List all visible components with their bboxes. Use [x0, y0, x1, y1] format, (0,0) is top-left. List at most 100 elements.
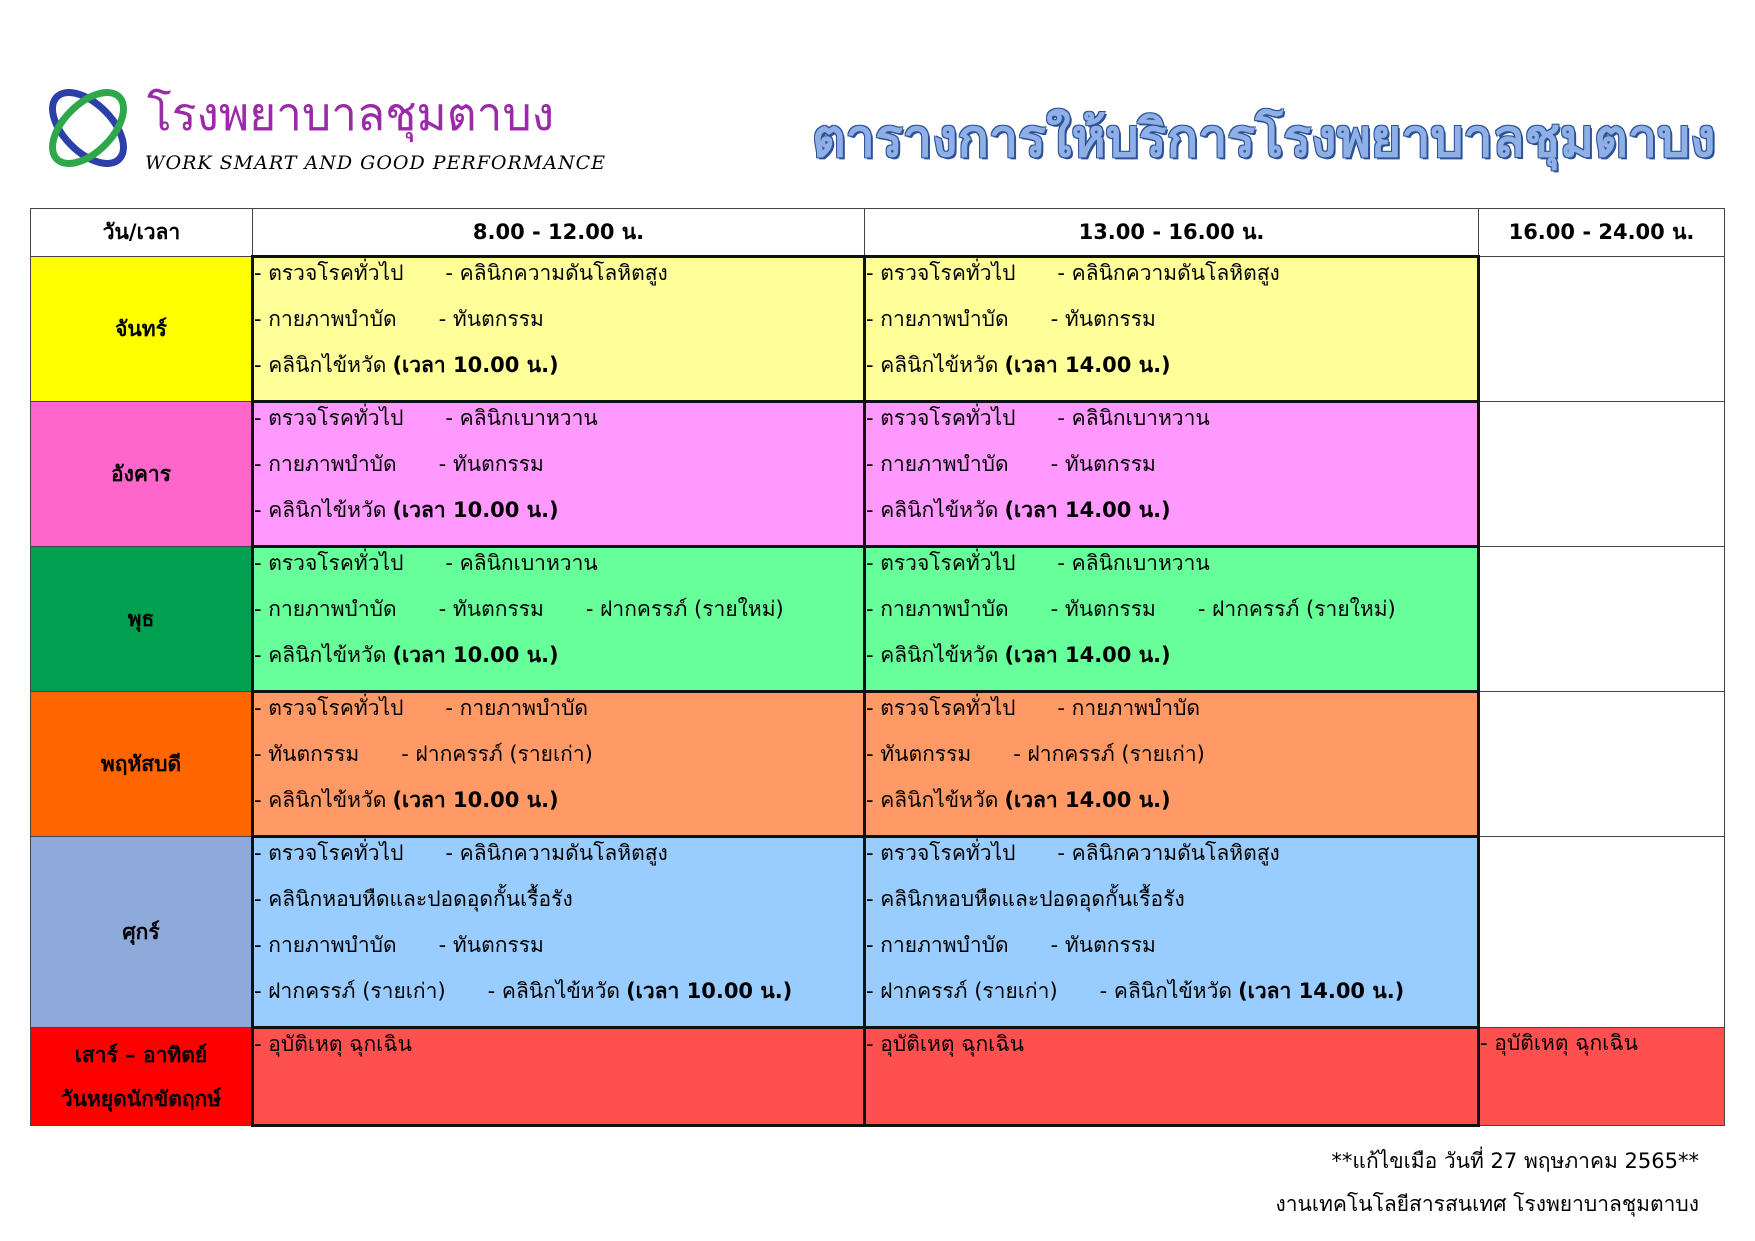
service-item: - ตรวจโรคทั่วไป	[866, 406, 1016, 430]
service-time: (เวลา 10.00 น.)	[626, 979, 793, 1003]
page-title: ตารางการให้บริการโรงพยาบาลชุมตาบง	[812, 109, 1716, 169]
day-label: อังคาร	[111, 462, 171, 486]
service-item: - ตรวจโรคทั่วไป	[254, 406, 404, 430]
service-line: - ตรวจโรคทั่วไป - คลินิกเบาหวาน	[866, 548, 1477, 594]
service-item: - กายภาพบำบัด	[866, 307, 1009, 331]
service-item: - กายภาพบำบัด	[254, 307, 397, 331]
day-cell: พุธ	[30, 546, 253, 692]
service-item: - กายภาพบำบัด	[254, 597, 397, 621]
service-item: - ทันตกรรม	[1050, 452, 1156, 476]
service-item: - กายภาพบำบัด	[1057, 696, 1201, 720]
service-item: - ตรวจโรคทั่วไป	[866, 261, 1016, 285]
service-line: - คลินิกไข้หวัด (เวลา 14.00 น.)	[866, 785, 1477, 831]
service-time: (เวลา 14.00 น.)	[1238, 979, 1405, 1003]
service-line: - ตรวจโรคทั่วไป - คลินิกเบาหวาน	[866, 403, 1477, 449]
service-line: - ฝากครรภ์ (รายเก่า) - คลินิกไข้หวัด (เวลา…	[866, 976, 1477, 1022]
service-line: - กายภาพบำบัด - ทันตกรรม - ฝากครรภ์ (รายให…	[254, 594, 863, 640]
service-item: - คลินิกความดันโลหิตสูง	[1057, 841, 1280, 865]
service-item: - คลินิกไข้หวัด	[866, 788, 999, 812]
service-item: - คลินิกเบาหวาน	[1057, 551, 1210, 575]
service-line: - กายภาพบำบัด - ทันตกรรม	[866, 449, 1477, 495]
day-label: จันทร์	[115, 317, 167, 341]
day-cell: ศุกร์	[30, 836, 253, 1028]
service-item: - ทันตกรรม	[254, 742, 360, 766]
day-cell: เสาร์ – อาทิตย์ วันหยุดนักขัตฤกษ์	[30, 1027, 253, 1126]
afternoon-services-cell: - ตรวจโรคทั่วไป - คลินิกเบาหวาน - กายภาพบำ…	[863, 400, 1480, 548]
service-item: - ทันตกรรม	[438, 933, 544, 957]
afternoon-services-cell: - ตรวจโรคทั่วไป - คลินิกเบาหวาน - กายภาพบำ…	[863, 545, 1480, 693]
service-item: - ตรวจโรคทั่วไป	[866, 841, 1016, 865]
service-item: - ฝากครรภ์ (รายใหม่)	[585, 597, 784, 621]
evening-services-cell: - อุบัติเหตุ ฉุกเฉิน	[1478, 1027, 1725, 1126]
service-item: - คลินิกเบาหวาน	[1057, 406, 1210, 430]
service-item: - กายภาพบำบัด	[866, 597, 1009, 621]
day-cell: จันทร์	[30, 256, 253, 402]
service-item: - คลินิกหอบหืดและปอดอุดกั้นเรื้อรัง	[866, 887, 1185, 911]
service-item: - อุบัติเหตุ ฉุกเฉิน	[254, 1032, 413, 1056]
service-line: - ฝากครรภ์ (รายเก่า) - คลินิกไข้หวัด (เวลา…	[254, 976, 863, 1022]
service-time: (เวลา 10.00 น.)	[392, 643, 559, 667]
service-item: - ทันตกรรม	[438, 452, 544, 476]
service-line: - คลินิกไข้หวัด (เวลา 10.00 น.)	[254, 640, 863, 686]
service-item: - ตรวจโรคทั่วไป	[254, 551, 404, 575]
service-time: (เวลา 14.00 น.)	[1004, 498, 1171, 522]
service-item: - คลินิกไข้หวัด	[866, 498, 999, 522]
service-item: - คลินิกเบาหวาน	[445, 406, 598, 430]
day-label: วันหยุดนักขัตฤกษ์	[60, 1086, 222, 1111]
day-cell: อังคาร	[30, 401, 253, 547]
service-item: - คลินิกไข้หวัด	[1099, 979, 1233, 1003]
morning-services-cell: - ตรวจโรคทั่วไป - คลินิกความดันโลหิตสูง - …	[251, 255, 866, 403]
service-line: - กายภาพบำบัด - ทันตกรรม - ฝากครรภ์ (รายให…	[866, 594, 1477, 640]
service-line: - ตรวจโรคทั่วไป - คลินิกความดันโลหิตสูง	[866, 258, 1477, 304]
service-item: - อุบัติเหตุ ฉุกเฉิน	[866, 1032, 1025, 1056]
morning-services-cell: - ตรวจโรคทั่วไป - คลินิกเบาหวาน - กายภาพบำ…	[251, 545, 866, 693]
service-time: (เวลา 14.00 น.)	[1004, 353, 1171, 377]
service-item: - คลินิกไข้หวัด	[487, 979, 621, 1003]
service-time: (เวลา 10.00 น.)	[392, 788, 559, 812]
service-line: - ทันตกรรม - ฝากครรภ์ (รายเก่า)	[866, 739, 1477, 785]
service-line: - คลินิกหอบหืดและปอดอุดกั้นเรื้อรัง	[866, 884, 1477, 930]
service-line: - คลินิกหอบหืดและปอดอุดกั้นเรื้อรัง	[254, 884, 863, 930]
service-item: - ทันตกรรม	[438, 597, 544, 621]
service-line: - คลินิกไข้หวัด (เวลา 10.00 น.)	[254, 495, 863, 541]
evening-services-cell	[1478, 401, 1725, 547]
service-line: - ทันตกรรม - ฝากครรภ์ (รายเก่า)	[254, 739, 863, 785]
service-line: - กายภาพบำบัด - ทันตกรรม	[254, 930, 863, 976]
service-item: - ทันตกรรม	[438, 307, 544, 331]
table-row: เสาร์ – อาทิตย์ วันหยุดนักขัตฤกษ์ - อุบัติ…	[30, 1026, 1725, 1127]
service-item: - ตรวจโรคทั่วไป	[866, 696, 1016, 720]
service-line: - กายภาพบำบัด - ทันตกรรม	[254, 304, 863, 350]
header-afternoon: 13.00 - 16.00 น.	[864, 208, 1479, 257]
day-label: ศุกร์	[122, 920, 160, 944]
schedule-table: วัน/เวลา 8.00 - 12.00 น. 13.00 - 16.00 น…	[30, 208, 1725, 1127]
afternoon-services-cell: - อุบัติเหตุ ฉุกเฉิน	[863, 1026, 1480, 1127]
table-row: อังคาร - ตรวจโรคทั่วไป - คลินิกเบาหวาน - กา…	[30, 400, 1725, 548]
service-line: - คลินิกไข้หวัด (เวลา 10.00 น.)	[254, 785, 863, 831]
table-row: พุธ - ตรวจโรคทั่วไป - คลินิกเบาหวาน - กายภา…	[30, 545, 1725, 693]
service-time: (เวลา 14.00 น.)	[1004, 788, 1171, 812]
service-line: - ตรวจโรคทั่วไป - คลินิกความดันโลหิตสูง	[254, 258, 863, 304]
service-line: - ตรวจโรคทั่วไป - กายภาพบำบัด	[254, 693, 863, 739]
service-item: - ฝากครรภ์ (รายเก่า)	[401, 742, 593, 766]
service-item: - คลินิกไข้หวัด	[254, 353, 387, 377]
service-item: - ตรวจโรคทั่วไป	[254, 261, 404, 285]
evening-services-cell	[1478, 546, 1725, 692]
day-label: พุธ	[127, 607, 155, 631]
evening-services-cell	[1478, 836, 1725, 1028]
service-time: (เวลา 14.00 น.)	[1004, 643, 1171, 667]
service-time: (เวลา 10.00 น.)	[392, 353, 559, 377]
service-item: - ทันตกรรม	[1050, 933, 1156, 957]
morning-services-cell: - ตรวจโรคทั่วไป - กายภาพบำบัด - ทันตกรรม - …	[251, 690, 866, 838]
service-item: - ฝากครรภ์ (รายใหม่)	[1197, 597, 1396, 621]
hospital-logo-icon	[49, 89, 127, 167]
service-line: - คลินิกไข้หวัด (เวลา 14.00 น.)	[866, 640, 1477, 686]
service-item: - ฝากครรภ์ (รายเก่า)	[254, 979, 446, 1003]
afternoon-services-cell: - ตรวจโรคทั่วไป - กายภาพบำบัด - ทันตกรรม - …	[863, 690, 1480, 838]
service-item: - ทันตกรรม	[1050, 307, 1156, 331]
service-line: - ตรวจโรคทั่วไป - คลินิกความดันโลหิตสูง	[866, 838, 1477, 884]
service-line: - กายภาพบำบัด - ทันตกรรม	[866, 304, 1477, 350]
service-item: - คลินิกไข้หวัด	[866, 643, 999, 667]
service-item: - ตรวจโรคทั่วไป	[254, 841, 404, 865]
service-line: - กายภาพบำบัด - ทันตกรรม	[254, 449, 863, 495]
table-row: จันทร์ - ตรวจโรคทั่วไป - คลินิกความดันโลหิ…	[30, 255, 1725, 403]
